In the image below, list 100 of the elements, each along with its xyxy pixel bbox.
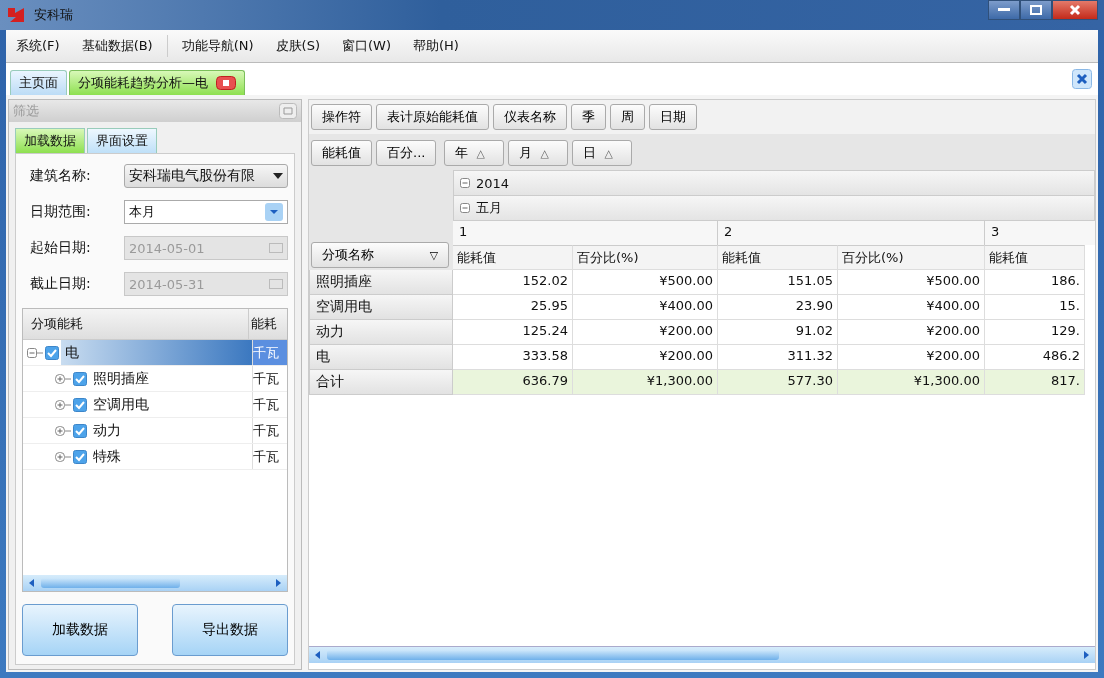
table-cell: 千瓦 bbox=[252, 340, 287, 365]
column-group-header[interactable]: 2014 bbox=[453, 170, 1095, 195]
close-button[interactable] bbox=[1052, 0, 1098, 20]
menu-item[interactable]: 系统(F) bbox=[16, 37, 60, 55]
checkbox[interactable] bbox=[73, 397, 87, 412]
close-icon bbox=[1069, 4, 1081, 16]
table-cell: ¥400.00 bbox=[838, 295, 985, 320]
tree-item[interactable]: 照明插座 bbox=[89, 366, 252, 391]
table-cell: ¥500.00 bbox=[573, 270, 718, 295]
table-cell: 186. bbox=[985, 270, 1085, 295]
tree-item[interactable]: 电 bbox=[61, 340, 252, 365]
document-tab[interactable]: 主页面 bbox=[10, 70, 67, 95]
table-cell: 129. bbox=[985, 320, 1085, 345]
dropdown-icon[interactable] bbox=[265, 203, 283, 221]
action-button[interactable]: 加载数据 bbox=[22, 604, 138, 656]
table-cell: 636.79 bbox=[453, 370, 573, 395]
maximize-icon bbox=[1030, 5, 1042, 15]
row-header: 电 bbox=[309, 345, 453, 370]
collapse-icon[interactable] bbox=[27, 346, 43, 359]
checkbox[interactable] bbox=[73, 423, 87, 438]
field-button[interactable]: 表计原始能耗值 bbox=[376, 104, 489, 130]
tree-item[interactable]: 空调用电 bbox=[89, 392, 252, 417]
minimize-icon bbox=[998, 8, 1010, 12]
column-header: 能耗值 bbox=[718, 245, 838, 270]
column-header: 能耗值 bbox=[453, 245, 573, 270]
field-button[interactable]: 年 △ bbox=[444, 140, 505, 166]
logo-icon bbox=[6, 5, 26, 25]
building-dropdown[interactable]: 安科瑞电气股份有限 bbox=[124, 164, 288, 188]
table-cell: ¥500.00 bbox=[838, 270, 985, 295]
menu-item[interactable]: 窗口(W) bbox=[341, 37, 391, 55]
panel-title: 筛选 bbox=[13, 102, 39, 120]
table-cell: ¥1,300.00 bbox=[573, 370, 718, 395]
row-header: 合计 bbox=[309, 370, 453, 395]
document-tab[interactable]: 分项能耗趋势分析—电 bbox=[69, 70, 245, 95]
table-cell: 15. bbox=[985, 295, 1085, 320]
maximize-button[interactable] bbox=[1020, 0, 1052, 20]
table-cell: 125.24 bbox=[453, 320, 573, 345]
column-header: 2 bbox=[718, 221, 985, 245]
menu-item[interactable]: 基础数据(B) bbox=[81, 37, 153, 55]
checkbox[interactable] bbox=[45, 345, 59, 360]
collapse-icon[interactable] bbox=[460, 178, 470, 188]
column-group-header[interactable]: 五月 bbox=[453, 195, 1095, 220]
menu-item[interactable]: 帮助(H) bbox=[412, 37, 459, 55]
table-cell: 577.30 bbox=[718, 370, 838, 395]
field-button[interactable]: 月 △ bbox=[508, 140, 569, 166]
action-button[interactable]: 导出数据 bbox=[172, 604, 288, 656]
menu-item[interactable]: 功能导航(N) bbox=[181, 37, 254, 55]
field-button[interactable]: 季 bbox=[571, 104, 606, 130]
table-cell: 25.95 bbox=[453, 295, 573, 320]
field-button[interactable]: 百分... bbox=[376, 140, 437, 166]
collapse-icon[interactable] bbox=[460, 203, 470, 213]
checkbox[interactable] bbox=[73, 371, 87, 386]
caret-icon bbox=[273, 173, 283, 179]
table-cell: 千瓦 bbox=[252, 444, 287, 469]
expand-icon[interactable] bbox=[55, 372, 71, 385]
table-cell: ¥200.00 bbox=[573, 320, 718, 345]
table-cell: 千瓦 bbox=[252, 366, 287, 391]
close-icon[interactable] bbox=[1072, 69, 1092, 89]
table-cell: 23.90 bbox=[718, 295, 838, 320]
date-range-combo[interactable]: 本月 bbox=[124, 200, 288, 224]
tree-item[interactable]: 动力 bbox=[89, 418, 252, 443]
column-header: 能耗 bbox=[248, 309, 287, 339]
expand-icon[interactable] bbox=[55, 450, 71, 463]
table-cell: 千瓦 bbox=[252, 418, 287, 443]
panel-tab[interactable]: 加载数据 bbox=[15, 128, 85, 153]
expand-icon[interactable] bbox=[55, 398, 71, 411]
menu-item[interactable]: 皮肤(S) bbox=[275, 37, 320, 55]
field-button[interactable]: 日 △ bbox=[572, 140, 633, 166]
field-button[interactable]: 能耗值 bbox=[311, 140, 372, 166]
field-label: 日期范围: bbox=[29, 203, 92, 221]
column-header: 百分比(%) bbox=[838, 245, 985, 270]
field-button[interactable]: 日期 bbox=[649, 104, 697, 130]
field-button[interactable]: 仪表名称 bbox=[493, 104, 567, 130]
scrollbar[interactable] bbox=[309, 646, 1095, 663]
table-cell: 151.05 bbox=[718, 270, 838, 295]
tree-item[interactable]: 特殊 bbox=[89, 444, 252, 469]
row-header: 空调用电 bbox=[309, 295, 453, 320]
checkbox[interactable] bbox=[73, 449, 87, 464]
field-button[interactable]: 分项名称 ▽ bbox=[311, 242, 449, 268]
row-header: 照明插座 bbox=[309, 270, 453, 295]
table-cell: 817. bbox=[985, 370, 1085, 395]
field-label: 建筑名称: bbox=[29, 167, 92, 185]
table-cell: ¥1,300.00 bbox=[838, 370, 985, 395]
panel-tab[interactable]: 界面设置 bbox=[87, 128, 157, 153]
table-cell: 91.02 bbox=[718, 320, 838, 345]
table-cell: 千瓦 bbox=[252, 392, 287, 417]
field-button[interactable]: 周 bbox=[610, 104, 645, 130]
column-header: 能耗值 bbox=[985, 245, 1085, 270]
scrollbar[interactable] bbox=[23, 575, 287, 591]
field-button[interactable]: 操作符 bbox=[311, 104, 372, 130]
field-label: 起始日期: bbox=[29, 239, 92, 257]
column-header: 1 bbox=[453, 221, 718, 245]
table-cell: ¥200.00 bbox=[838, 320, 985, 345]
table-cell: ¥400.00 bbox=[573, 295, 718, 320]
minimize-button[interactable] bbox=[988, 0, 1020, 20]
column-header: 分项能耗 bbox=[30, 315, 84, 333]
expand-icon[interactable] bbox=[55, 424, 71, 437]
row-header: 动力 bbox=[309, 320, 453, 345]
close-icon[interactable] bbox=[216, 76, 236, 90]
table-cell: 152.02 bbox=[453, 270, 573, 295]
